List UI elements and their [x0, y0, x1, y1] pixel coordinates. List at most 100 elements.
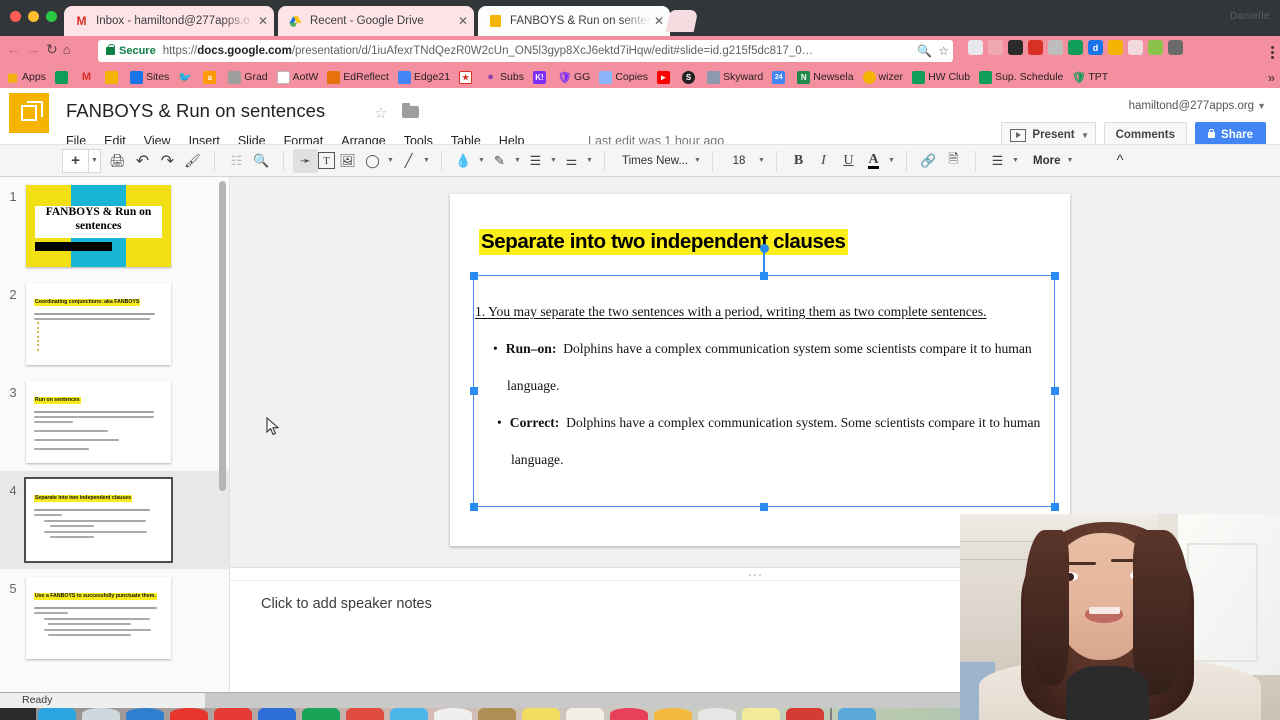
browser-tab-drive[interactable]: Recent - Google Drive ✕	[278, 6, 474, 36]
dock-item-downloads[interactable]	[838, 708, 876, 720]
dock-item-contacts[interactable]	[478, 708, 516, 720]
bookmarks-overflow-icon[interactable]: »	[1268, 70, 1275, 85]
bookmark-sites[interactable]: Sites	[129, 70, 169, 84]
slide-thumbnail[interactable]: Use a FANBOYS to successfully punctuate …	[26, 577, 171, 659]
bookmark-drive[interactable]	[54, 70, 71, 84]
webcam-overlay[interactable]	[960, 514, 1280, 720]
paint-format-icon[interactable]: 🖌	[180, 149, 205, 173]
dock-item-stickies[interactable]	[742, 708, 780, 720]
bookmark-skype[interactable]: S	[682, 70, 698, 84]
browser-tab-inbox[interactable]: M Inbox - hamiltond@277apps.o ✕	[64, 6, 274, 36]
dock-item-notability[interactable]	[390, 708, 428, 720]
new-slide-dropdown-icon[interactable]: ▼	[89, 157, 100, 164]
address-bar[interactable]: Secure https://docs.google.com/presentat…	[98, 40, 953, 62]
ghost-ext-icon[interactable]	[1048, 40, 1063, 55]
bookmark-amazon[interactable]: a	[203, 70, 219, 84]
insert-link-icon[interactable]: 🔗	[916, 149, 941, 173]
line-dropdown-icon[interactable]: ▼	[421, 157, 432, 164]
text-box-icon[interactable]: T	[318, 152, 335, 169]
window-controls[interactable]	[10, 11, 57, 22]
font-size-dropdown-icon[interactable]: ▼	[756, 157, 767, 164]
bookmark-grad[interactable]: Grad	[228, 70, 268, 84]
contacts-ext-icon[interactable]	[1068, 40, 1083, 55]
insert-image-icon[interactable]: 🖼	[335, 149, 360, 173]
bookmark-hw-club[interactable]: HW Club	[912, 70, 970, 84]
dock-item-itunes[interactable]	[610, 708, 648, 720]
current-slide[interactable]: Separate into two independent clauses 1.…	[450, 194, 1070, 546]
google-slides-logo[interactable]	[9, 93, 49, 133]
select-arrow-icon[interactable]: ➛	[293, 148, 318, 173]
bookmark-24[interactable]: 24	[772, 70, 788, 84]
undo-icon[interactable]: ↶	[130, 149, 155, 173]
fill-color-icon[interactable]: 💧	[451, 149, 476, 173]
new-slide-button[interactable]: + ▼	[62, 148, 101, 173]
shape-dropdown-icon[interactable]: ▼	[385, 157, 396, 164]
slide-title[interactable]: Separate into two independent clauses	[479, 229, 848, 255]
bold-button[interactable]: B	[786, 149, 811, 173]
slide-thumbnail[interactable]: FANBOYS & Run on sentences	[26, 185, 171, 267]
font-family-select[interactable]: Times New...	[614, 149, 692, 173]
italic-button[interactable]: I	[811, 149, 836, 173]
bookmark-tpt[interactable]: 🛡 TPT	[1072, 71, 1108, 84]
border-dash-dropdown-icon[interactable]: ▼	[584, 157, 595, 164]
filmstrip-scrollbar[interactable]	[219, 181, 226, 491]
browser-tab-slides[interactable]: FANBOYS & Run on sentences ✕	[478, 6, 670, 36]
green-ext-icon[interactable]	[1148, 40, 1163, 55]
video-ext-icon[interactable]	[1008, 40, 1023, 55]
minimize-window-button[interactable]	[28, 11, 39, 22]
bookmark-apps[interactable]: ▦ Apps	[6, 71, 46, 84]
dock-item-emoji[interactable]	[654, 708, 692, 720]
align-dropdown-icon[interactable]: ▼	[1010, 157, 1021, 164]
profile-name[interactable]: Danielle	[1230, 11, 1270, 22]
redo-icon[interactable]: ↷	[155, 149, 180, 173]
line-icon[interactable]: ╱	[396, 149, 421, 173]
dock-item-calendar[interactable]	[214, 708, 252, 720]
dock-item-opera[interactable]	[170, 708, 208, 720]
forward-icon[interactable]: →	[26, 41, 41, 58]
move-to-folder-icon[interactable]	[402, 103, 419, 118]
bookmark-kahoot[interactable]: K!	[532, 70, 549, 84]
align-icon[interactable]: ☰	[985, 149, 1010, 173]
filmstrip-slide-5[interactable]: 5 Use a FANBOYS to successfully punctuat…	[0, 569, 229, 667]
bookmark-subs-red[interactable]: ★	[459, 70, 475, 84]
filmstrip-slide-2[interactable]: 2 Coordinating conjunctions: aka FANBOYS	[0, 275, 229, 373]
bookmark-twitter[interactable]: 🐦	[178, 71, 194, 84]
dock-item-reminders[interactable]	[566, 708, 604, 720]
book-ext-icon[interactable]	[1028, 40, 1043, 55]
dock-item-sheets[interactable]	[302, 708, 340, 720]
speaker-notes-placeholder[interactable]: Click to add speaker notes	[261, 596, 432, 612]
docs-ext-icon[interactable]: d	[1088, 40, 1103, 55]
close-tab-icon[interactable]: ✕	[654, 14, 664, 28]
bookmark-wizer[interactable]: wizer	[862, 70, 903, 84]
close-tab-icon[interactable]: ✕	[258, 14, 268, 28]
add-comment-icon[interactable]: 🗎	[941, 149, 966, 173]
home-icon[interactable]: ⌂	[63, 42, 71, 57]
border-color-icon[interactable]: ✎	[487, 149, 512, 173]
kebab-menu-icon[interactable]	[1271, 44, 1274, 61]
border-weight-dropdown-icon[interactable]: ▼	[548, 157, 559, 164]
slide-thumbnail[interactable]: Run on sentences	[26, 381, 171, 463]
bookmark-sup-schedule[interactable]: Sup. Schedule	[979, 70, 1063, 84]
reload-icon[interactable]: ↻	[46, 41, 58, 58]
dock-item-pdf[interactable]	[786, 708, 824, 720]
bookmark-subs[interactable]: ● Subs	[484, 71, 524, 84]
shape-icon[interactable]: ◯	[360, 149, 385, 173]
close-tab-icon[interactable]: ✕	[458, 14, 468, 28]
dock-item-notes[interactable]	[522, 708, 560, 720]
slide-thumbnail[interactable]: Coordinating conjunctions: aka FANBOYS	[26, 283, 171, 365]
bookmark-edge21[interactable]: Edge21	[397, 70, 450, 84]
more-button[interactable]: More	[1029, 155, 1064, 167]
back-icon[interactable]: ←	[6, 41, 21, 58]
notes-resize-grip[interactable]	[695, 571, 815, 579]
filmstrip-slide-1[interactable]: 1 FANBOYS & Run on sentences	[0, 177, 229, 275]
fill-color-dropdown-icon[interactable]: ▼	[476, 157, 487, 164]
bookmark-aotw[interactable]: AotW	[276, 70, 318, 84]
dock-item-siri[interactable]	[82, 708, 120, 720]
whitespace-ext-icon[interactable]	[1128, 40, 1143, 55]
account-label[interactable]: hamiltond@277apps.org ▼	[1129, 100, 1266, 112]
border-dash-icon[interactable]: ⚌	[559, 149, 584, 173]
slide-canvas-area[interactable]: Separate into two independent clauses 1.…	[230, 177, 1280, 567]
star-outline-icon[interactable]: ☆	[374, 104, 387, 122]
bookmark-copies[interactable]: Copies	[599, 70, 648, 84]
print-icon[interactable]: 🖨	[105, 149, 130, 173]
